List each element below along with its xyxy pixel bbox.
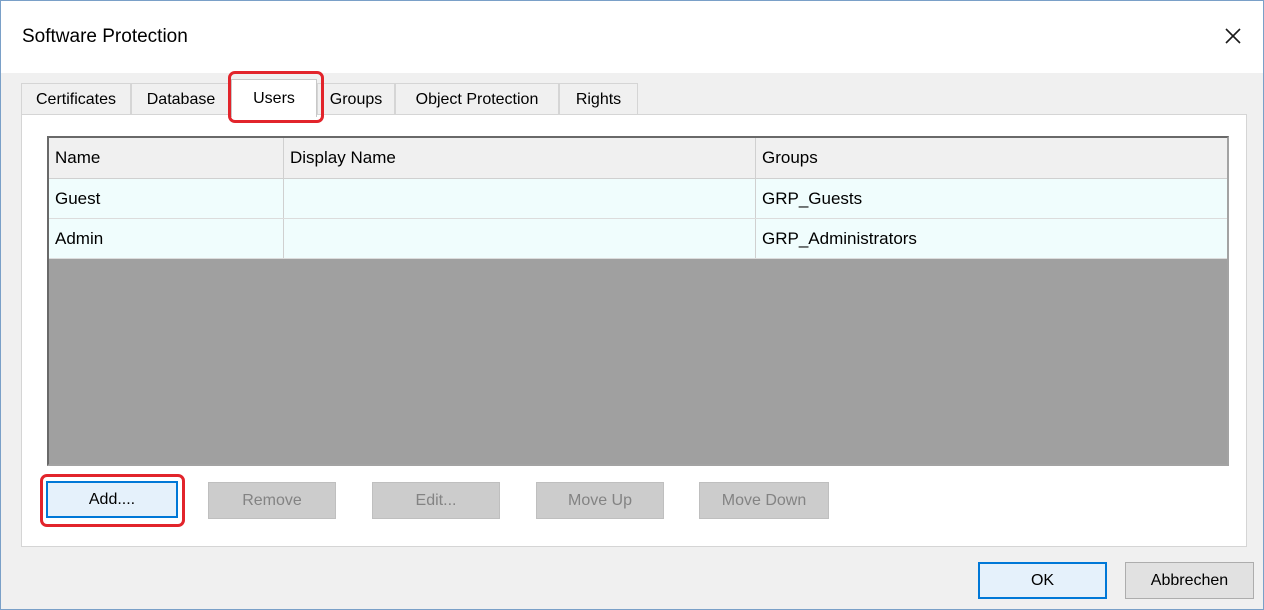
tab-groups[interactable]: Groups (317, 83, 395, 115)
cell-groups[interactable]: GRP_Administrators (756, 219, 1227, 258)
edit-button[interactable]: Edit... (372, 482, 500, 519)
ok-button[interactable]: OK (978, 562, 1107, 599)
cancel-button[interactable]: Abbrechen (1125, 562, 1254, 599)
move-up-button[interactable]: Move Up (536, 482, 664, 519)
table-row[interactable]: Admin GRP_Administrators (49, 219, 1227, 259)
close-button[interactable] (1215, 19, 1251, 53)
title-bar: Software Protection (1, 1, 1263, 73)
cell-name[interactable]: Guest (49, 179, 284, 218)
table-row[interactable]: Guest GRP_Guests (49, 179, 1227, 219)
software-protection-dialog: Software Protection Certificates Databas… (0, 0, 1264, 610)
cell-name[interactable]: Admin (49, 219, 284, 258)
tab-certificates[interactable]: Certificates (21, 83, 131, 115)
column-header-name[interactable]: Name (49, 138, 284, 178)
users-grid[interactable]: Name Display Name Groups Guest GRP_Guest… (47, 136, 1229, 466)
tab-object-protection[interactable]: Object Protection (395, 83, 559, 115)
cell-display-name[interactable] (284, 219, 756, 258)
cell-groups[interactable]: GRP_Guests (756, 179, 1227, 218)
window-title: Software Protection (22, 26, 188, 47)
column-header-groups[interactable]: Groups (756, 138, 1227, 178)
remove-button[interactable]: Remove (208, 482, 336, 519)
tab-rights[interactable]: Rights (559, 83, 638, 115)
column-header-display-name[interactable]: Display Name (284, 138, 756, 178)
close-icon (1225, 28, 1241, 44)
add-button[interactable]: Add.... (46, 481, 178, 518)
grid-header: Name Display Name Groups (49, 138, 1227, 179)
move-down-button[interactable]: Move Down (699, 482, 829, 519)
tab-database[interactable]: Database (131, 83, 231, 115)
cell-display-name[interactable] (284, 179, 756, 218)
tab-users[interactable]: Users (231, 79, 317, 117)
